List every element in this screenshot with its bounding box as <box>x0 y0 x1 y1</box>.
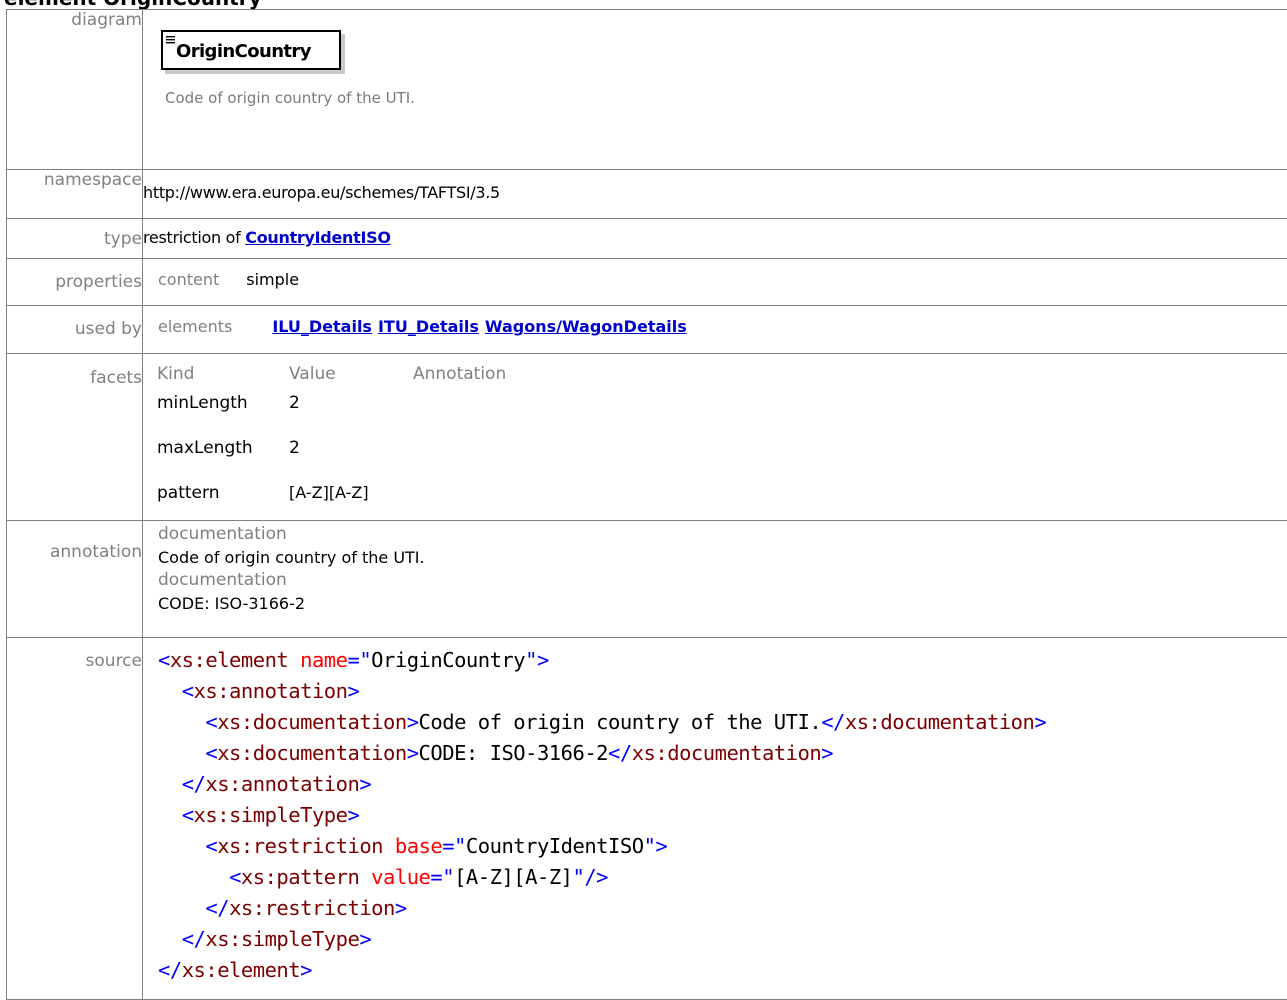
element-node-name: OriginCountry <box>176 41 311 62</box>
facet-kind: minLength <box>157 385 289 430</box>
type-link[interactable]: CountryIdentISO <box>245 228 390 247</box>
row-namespace: namespace http://www.era.europa.eu/schem… <box>7 170 1287 219</box>
label-namespace: namespace <box>7 170 143 219</box>
element-content-icon <box>166 35 176 45</box>
row-facets: facets Kind Value Annotation minLength 2… <box>7 354 1287 521</box>
facet-value: 2 <box>289 430 413 475</box>
facets-table: Kind Value Annotation minLength 2 maxLen… <box>157 364 506 520</box>
row-diagram: diagram OriginCountry Code of origin cou… <box>7 10 1287 170</box>
facet-annotation <box>413 385 506 430</box>
type-prefix: restriction of <box>143 228 240 247</box>
label-facets: facets <box>7 354 143 521</box>
element-node[interactable]: OriginCountry <box>161 30 341 70</box>
annotation-doc-text: CODE: ISO-3166-2 <box>158 592 1287 615</box>
row-annotation: annotation documentation Code of origin … <box>7 521 1287 638</box>
source-code: <xs:element name="OriginCountry"> <xs:an… <box>158 638 1287 986</box>
row-type: type restriction of CountryIdentISO <box>7 219 1287 259</box>
used-by-link-wagon-details[interactable]: Wagons/WagonDetails <box>485 317 687 336</box>
properties-value: simple <box>246 270 299 289</box>
facet-row: pattern [A-Z][A-Z] <box>157 475 506 520</box>
facets-header-kind: Kind <box>157 364 289 385</box>
facet-kind: pattern <box>157 475 289 520</box>
facet-row: maxLength 2 <box>157 430 506 475</box>
facets-header-annotation: Annotation <box>413 364 506 385</box>
facet-row: minLength 2 <box>157 385 506 430</box>
namespace-value: http://www.era.europa.eu/schemes/TAFTSI/… <box>143 170 1287 202</box>
facet-value: [A-Z][A-Z] <box>289 475 413 520</box>
annotation-doc-text: Code of origin country of the UTI. <box>158 546 1287 569</box>
annotation-doc-label: documentation <box>158 523 1287 546</box>
element-doc-table: diagram OriginCountry Code of origin cou… <box>6 9 1287 1000</box>
label-source: source <box>7 638 143 1000</box>
annotation-doc-label: documentation <box>158 569 1287 592</box>
label-diagram: diagram <box>7 10 143 170</box>
label-properties: properties <box>7 259 143 306</box>
diagram-description: Code of origin country of the UTI. <box>165 89 435 108</box>
row-properties: properties content simple <box>7 259 1287 306</box>
properties-key: content <box>158 270 219 289</box>
page-title-strip: element OriginCountry <box>0 0 1287 9</box>
annotation-block: documentation Code of origin country of … <box>143 521 1287 615</box>
label-type: type <box>7 219 143 259</box>
facet-annotation <box>413 430 506 475</box>
row-used-by: used by elements ILU_Details ITU_Details Wa… <box>7 306 1287 354</box>
label-used-by: used by <box>7 306 143 354</box>
facets-header-value: Value <box>289 364 413 385</box>
used-by-link-ilu-details[interactable]: ILU_Details <box>272 317 372 336</box>
label-annotation: annotation <box>7 521 143 638</box>
row-source: source <xs:element name="OriginCountry">… <box>7 638 1287 1000</box>
facet-kind: maxLength <box>157 430 289 475</box>
facet-annotation <box>413 475 506 520</box>
used-by-key: elements <box>158 317 232 336</box>
used-by-link-itu-details[interactable]: ITU_Details <box>378 317 479 336</box>
element-diagram: OriginCountry Code of origin country of … <box>143 10 1287 169</box>
facet-value: 2 <box>289 385 413 430</box>
facets-header: Kind Value Annotation <box>157 364 506 385</box>
page-title: element OriginCountry <box>4 0 262 9</box>
